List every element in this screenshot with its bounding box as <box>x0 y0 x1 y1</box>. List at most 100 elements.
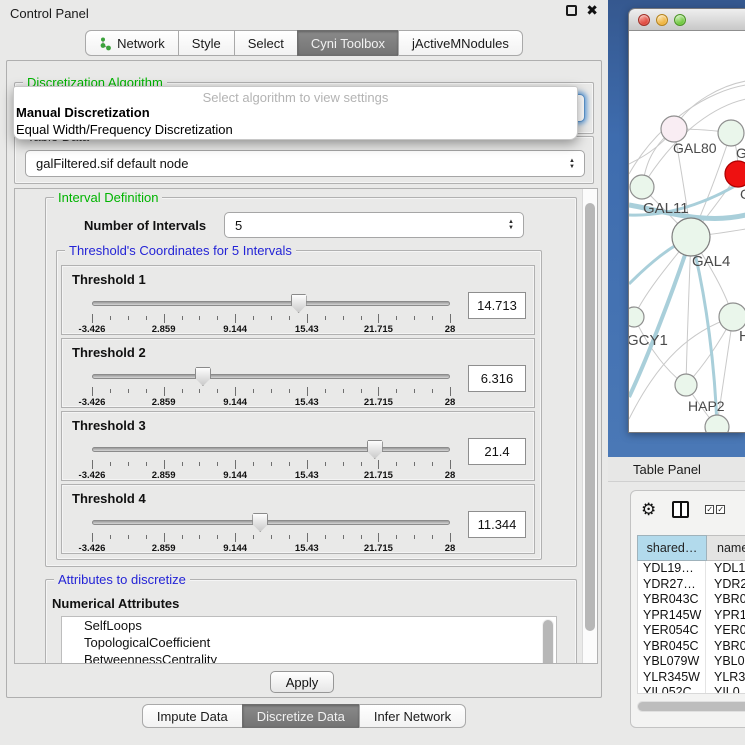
node-gal80[interactable] <box>661 116 687 142</box>
node-bottom-partial[interactable] <box>705 415 729 433</box>
table-row[interactable]: YER054CYER0 <box>638 623 745 639</box>
minor-tick <box>289 316 290 320</box>
cell-name[interactable]: YBR0 <box>706 592 745 608</box>
node-partial-top-right[interactable] <box>718 120 744 146</box>
list-scrollbar-thumb[interactable] <box>543 620 553 664</box>
cell-name[interactable]: YBR0 <box>706 639 745 655</box>
tab-cyni-toolbox[interactable]: Cyni Toolbox <box>297 30 399 56</box>
number-of-intervals-combobox[interactable]: 5 ▲▼ <box>224 212 524 238</box>
cell-shared-name[interactable]: YLR345W <box>638 670 706 686</box>
cell-name[interactable]: YPR1 <box>706 608 745 624</box>
minor-tick <box>199 389 200 393</box>
threshold-value-field[interactable]: 6.316 <box>468 365 526 392</box>
apply-button[interactable]: Apply <box>270 671 334 693</box>
table-data-combobox[interactable]: galFiltered.sif default node ▲▼ <box>25 150 585 177</box>
tab-select[interactable]: Select <box>234 30 298 56</box>
table-row[interactable]: YIL052CYIL0 <box>638 685 745 694</box>
cell-shared-name[interactable]: YBR045C <box>638 639 706 655</box>
table-row[interactable]: YBL079WYBL0 <box>638 654 745 670</box>
threshold-slider[interactable]: -3.4262.8599.14415.4321.71528 <box>92 367 450 407</box>
slider-track[interactable] <box>92 374 450 379</box>
threshold-slider[interactable]: -3.4262.8599.14415.4321.71528 <box>92 294 450 334</box>
attribute-list-item[interactable]: SelfLoops <box>62 617 556 634</box>
network-icon <box>99 36 112 51</box>
threshold-slider[interactable]: -3.4262.8599.14415.4321.71528 <box>92 440 450 480</box>
minimize-traffic-light-icon[interactable] <box>656 14 668 26</box>
cell-shared-name[interactable]: YPR145W <box>638 608 706 624</box>
slider-track[interactable] <box>92 301 450 306</box>
node-h[interactable] <box>719 303 745 331</box>
tab-network[interactable]: Network <box>85 30 179 56</box>
tab-discretize-data[interactable]: Discretize Data <box>242 704 360 728</box>
slider-thumb[interactable] <box>291 294 307 313</box>
select-columns-icon[interactable]: ✓ ✓ <box>705 505 725 514</box>
cell-name[interactable]: YDL1 <box>706 561 745 577</box>
node-gcy1[interactable] <box>629 307 644 327</box>
columns-icon[interactable] <box>672 501 689 518</box>
tick-label: 9.144 <box>223 397 247 408</box>
right-region: GAL80 GA C GAL11 GAL4 GCY1 H HAP2 Table … <box>608 0 745 745</box>
table-hscrollbar-thumb[interactable] <box>638 702 745 711</box>
tick-label: 2.859 <box>152 543 176 554</box>
slider-scale: -3.4262.8599.14415.4321.71528 <box>92 533 450 553</box>
tab-style[interactable]: Style <box>178 30 235 56</box>
network-window-titlebar[interactable] <box>629 9 745 31</box>
table-row[interactable]: YDL19…YDL1 <box>638 561 745 577</box>
float-window-icon[interactable] <box>566 5 577 16</box>
node-gal11[interactable] <box>630 175 654 199</box>
tab-jactivemnodules[interactable]: jActiveMNodules <box>398 30 523 56</box>
table-row[interactable]: YBR043CYBR0 <box>638 592 745 608</box>
cell-shared-name[interactable]: YDR27… <box>638 577 706 593</box>
dropdown-option-manual[interactable]: Manual Discretization <box>14 104 577 121</box>
attribute-list-item[interactable]: TopologicalCoefficient <box>62 634 556 651</box>
settings-scrollbar-thumb[interactable] <box>585 203 595 631</box>
cell-shared-name[interactable]: YIL052C <box>638 685 706 694</box>
column-header-name[interactable]: name <box>707 535 745 561</box>
table-row[interactable]: YPR145WYPR1 <box>638 608 745 624</box>
cell-name[interactable]: YBL0 <box>706 654 745 670</box>
zoom-traffic-light-icon[interactable] <box>674 14 686 26</box>
table-row[interactable]: YBR045CYBR0 <box>638 639 745 655</box>
gear-icon[interactable]: ⚙ <box>641 501 656 518</box>
settings-scrollbar[interactable] <box>582 189 597 663</box>
node-gal4[interactable] <box>672 218 710 256</box>
threshold-slider[interactable]: -3.4262.8599.14415.4321.71528 <box>92 513 450 553</box>
list-scrollbar[interactable] <box>542 619 554 664</box>
group-title: Interval Definition <box>54 190 162 205</box>
major-tick <box>92 387 93 396</box>
tab-infer-network[interactable]: Infer Network <box>359 704 466 728</box>
node-hap2[interactable] <box>675 374 697 396</box>
close-icon[interactable]: ✖ <box>586 5 598 16</box>
slider-thumb[interactable] <box>367 440 383 459</box>
slider-track[interactable] <box>92 447 450 452</box>
table-panel-title: Table Panel <box>608 462 701 477</box>
table-row[interactable]: YDR27…YDR2 <box>638 577 745 593</box>
threshold-value-field[interactable]: 11.344 <box>468 511 526 538</box>
threshold-value-field[interactable]: 14.713 <box>468 292 526 319</box>
cell-shared-name[interactable]: YER054C <box>638 623 706 639</box>
table-hscrollbar[interactable] <box>637 701 745 712</box>
cell-name[interactable]: YER0 <box>706 623 745 639</box>
slider-thumb[interactable] <box>252 513 268 532</box>
slider-track[interactable] <box>92 520 450 525</box>
numerical-attributes-list[interactable]: SelfLoopsTopologicalCoefficientBetweenne… <box>61 616 557 664</box>
cell-name[interactable]: YLR3 <box>706 670 745 686</box>
minor-tick <box>182 462 183 466</box>
attribute-list-item[interactable]: BetweennessCentrality <box>62 651 556 664</box>
minor-tick <box>217 535 218 539</box>
cell-name[interactable]: YIL0 <box>706 685 745 694</box>
minor-tick <box>182 535 183 539</box>
column-header-shared-name[interactable]: shared… <box>637 535 707 561</box>
network-canvas[interactable]: GAL80 GA C GAL11 GAL4 GCY1 H HAP2 <box>629 31 745 433</box>
tab-impute-data[interactable]: Impute Data <box>142 704 243 728</box>
cell-shared-name[interactable]: YBR043C <box>638 592 706 608</box>
table-row[interactable]: YLR345WYLR3 <box>638 670 745 686</box>
slider-thumb[interactable] <box>195 367 211 386</box>
node-selected-red[interactable] <box>725 161 745 187</box>
cell-shared-name[interactable]: YBL079W <box>638 654 706 670</box>
threshold-value-field[interactable]: 21.4 <box>468 438 526 465</box>
cell-name[interactable]: YDR2 <box>706 577 745 593</box>
cell-shared-name[interactable]: YDL19… <box>638 561 706 577</box>
dropdown-option-equal-width[interactable]: Equal Width/Frequency Discretization <box>14 121 577 138</box>
close-traffic-light-icon[interactable] <box>638 14 650 26</box>
